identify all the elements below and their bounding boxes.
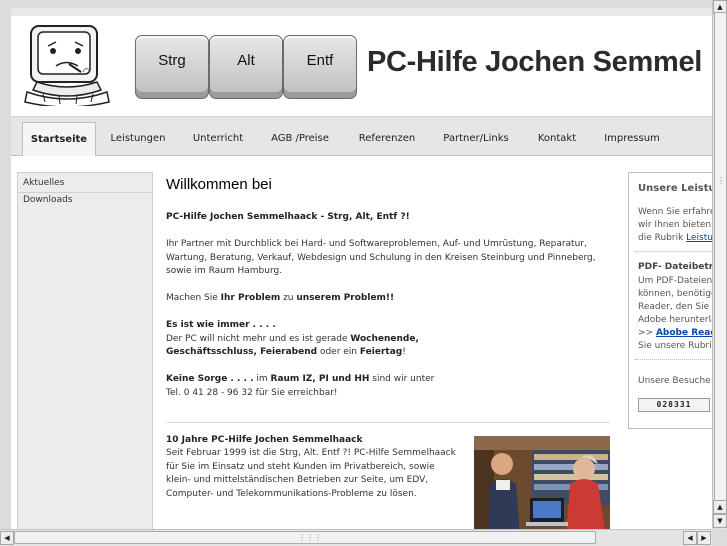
news-title: 10 Jahre PC-Hilfe Jochen Semmelhaack (166, 435, 363, 445)
rightbox-divider-2 (635, 359, 712, 360)
visitor-counter: 028331 (638, 398, 710, 412)
grip-icon-h: ⋮⋮⋮ (298, 533, 322, 542)
right-info-box: Unsere Leistu Wenn Sie erfahre wir Ihnen… (628, 172, 712, 429)
horizontal-scroll-thumb[interactable]: ⋮⋮⋮ (14, 531, 596, 544)
left-sidebar: Aktuelles Downloads (17, 172, 153, 529)
content-divider (166, 422, 609, 423)
main-navigation: Startseite Leistungen Unterricht AGB /Pr… (11, 116, 712, 156)
rightbox-divider (635, 251, 712, 252)
pdf-link-prefix: >> (638, 328, 656, 338)
weekend-text-2: oder ein (317, 347, 360, 357)
team-photo (474, 436, 610, 529)
weekend-text-3: ! (402, 347, 406, 357)
problem-text-2: zu (280, 293, 297, 303)
problem-bold-1: Ihr Problem (220, 293, 281, 303)
services-line-1: Wenn Sie erfahre (638, 207, 712, 217)
contact-phone: Tel. 0 41 28 - 96 32 für Sie erreichbar! (166, 387, 338, 398)
problem-paragraph: Machen Sie Ihr Problem zu unserem Proble… (166, 292, 606, 306)
site-title: PC-Hilfe Jochen Semmel (367, 46, 703, 78)
vertical-scrollbar[interactable]: ▲ ⋮⋮ ▲ ▼ (712, 0, 727, 529)
tab-impressum[interactable]: Impressum (596, 124, 668, 154)
intro-paragraph: Ihr Partner mit Durchblick bei Hard- und… (166, 239, 596, 276)
contact-bold-1: Keine Sorge . . . . (166, 374, 254, 384)
header-strip (11, 8, 712, 16)
news-text: Seit Februar 1999 ist die Strg, Alt. Ent… (166, 448, 456, 499)
pdf-line-5: Sie unsere Rubri (638, 341, 712, 351)
services-line-3-text: die Rubrik (638, 233, 687, 243)
contact-bold-2: Raum IZ, PI und HH (270, 374, 370, 384)
strg-key: Strg (135, 35, 209, 99)
scroll-right-button[interactable]: ▶ (697, 531, 711, 545)
vertical-scroll-thumb[interactable]: ⋮⋮ (714, 12, 727, 507)
tab-kontakt[interactable]: Kontakt (523, 124, 591, 154)
intro-heading: PC-Hilfe Jochen Semmelhaack - Strg, Alt,… (166, 212, 410, 222)
services-link[interactable]: Leistu (686, 233, 712, 243)
weekend-text-1: Der PC will nicht mehr und es ist gerade (166, 333, 351, 344)
page-title: Willkommen bei (166, 176, 272, 193)
tab-leistungen[interactable]: Leistungen (103, 124, 173, 154)
contact-paragraph: Keine Sorge . . . . im Raum IZ, PI und H… (166, 373, 606, 400)
adobe-reader-link[interactable]: Abobe Reade (656, 328, 712, 338)
pdf-line-1: Um PDF-Dateien (638, 276, 712, 286)
horizontal-scrollbar[interactable]: ◀ ⋮⋮⋮ ◀ ▶ (0, 529, 712, 546)
pdf-line-4: Adobe herunterla (638, 315, 712, 325)
crashed-computer-logo (24, 25, 110, 106)
contact-text-2: sind wir unter (369, 374, 435, 384)
weekend-bold-2: Geschäftsschluss, Feierabend (166, 347, 318, 357)
weekend-paragraph: Es ist wie immer . . . . Der PC will nic… (166, 319, 606, 360)
weekend-heading: Es ist wie immer . . . . (166, 320, 276, 330)
sidebar-divider (18, 192, 152, 193)
entf-key: Entf (283, 35, 357, 99)
alt-key: Alt (209, 35, 283, 99)
tab-unterricht[interactable]: Unterricht (182, 124, 254, 154)
tab-agb-preise[interactable]: AGB /Preise (264, 124, 336, 154)
pdf-line-3: Reader, den Sie (638, 302, 710, 312)
pdf-link-line: >> Abobe Reade (638, 327, 712, 341)
problem-bold-2: unserem Problem!! (296, 293, 395, 303)
scroll-up-button-lower[interactable]: ▲ (713, 500, 727, 514)
services-line-3: die Rubrik Leistu (638, 232, 712, 246)
sidebar-item-downloads[interactable]: Downloads (23, 195, 72, 205)
visitors-label: Unsere Besuche (638, 376, 711, 386)
sidebar-item-aktuelles[interactable]: Aktuelles (23, 178, 64, 188)
scroll-left-button-right[interactable]: ◀ (683, 531, 697, 545)
weekend-bold-3: Feiertag (359, 347, 403, 357)
tab-startseite[interactable]: Startseite (22, 122, 96, 156)
grip-icon: ⋮⋮ (717, 176, 727, 185)
site-header: Strg Alt Entf PC-Hilfe Jochen Semmel (11, 8, 712, 116)
tab-partner-links[interactable]: Partner/Links (435, 124, 517, 154)
pdf-title: PDF- Dateibetra (638, 262, 712, 272)
services-line-2: wir Ihnen bieten, (638, 220, 712, 230)
problem-text-1: Machen Sie (166, 293, 221, 303)
contact-text-1: im (253, 374, 271, 384)
services-title: Unsere Leistu (638, 183, 712, 194)
pdf-line-2: können, benötige (638, 289, 712, 299)
tab-referenzen[interactable]: Referenzen (349, 124, 425, 154)
scroll-left-button[interactable]: ◀ (0, 531, 14, 545)
weekend-bold-1: Wochenende, (350, 333, 419, 344)
page-viewport: Strg Alt Entf PC-Hilfe Jochen Semmel Sta… (11, 8, 712, 529)
scroll-down-button[interactable]: ▼ (713, 514, 727, 528)
